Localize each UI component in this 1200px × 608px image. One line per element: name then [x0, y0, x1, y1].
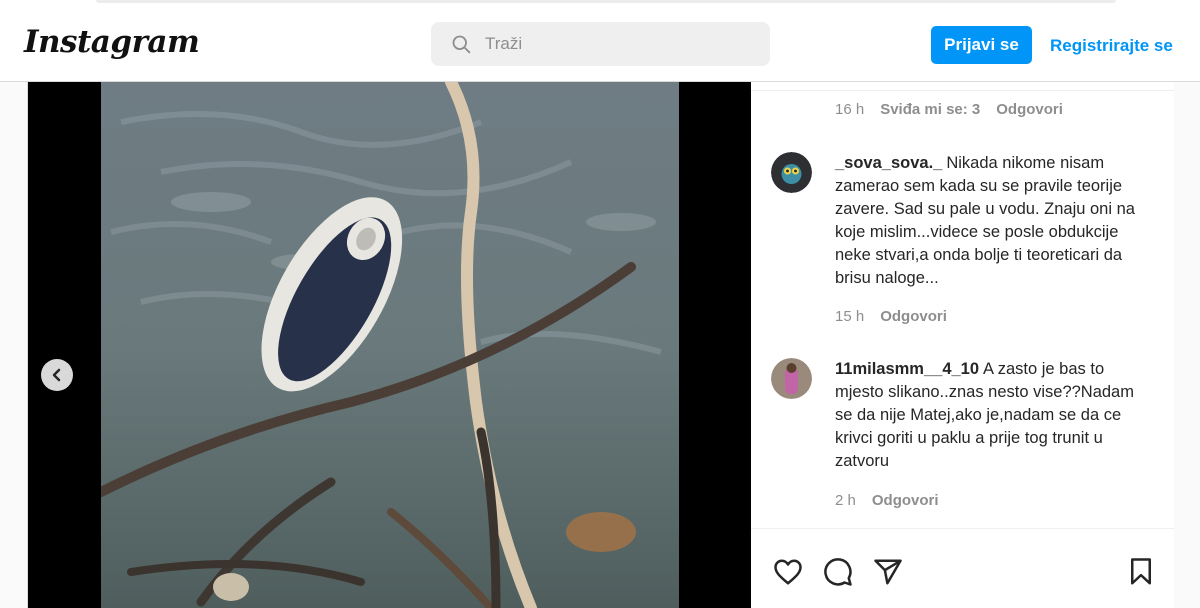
comment-meta: 2 h Odgovori — [835, 492, 939, 509]
post-image — [101, 82, 679, 608]
post-actions-bar — [751, 528, 1174, 608]
share-icon — [874, 559, 902, 585]
comment-icon — [824, 558, 852, 586]
comment-meta: 15 h Odgovori — [835, 308, 947, 325]
login-button[interactable]: Prijavi se — [931, 26, 1032, 64]
avatar[interactable] — [771, 152, 812, 193]
post-media — [28, 82, 751, 608]
comment-likes[interactable]: Sviđa mi se: 3 — [880, 101, 980, 118]
bookmark-icon — [1131, 558, 1151, 585]
previous-image-button[interactable] — [41, 359, 73, 391]
post-container: 16 h Sviđa mi se: 3 Odgovori _sova_sova.… — [27, 82, 1174, 608]
comment-time: 2 h — [835, 492, 856, 509]
heart-icon — [774, 559, 802, 585]
comment-text: _sova_sova._ Nikada nikome nisam zamerao … — [835, 152, 1155, 290]
comment-time: 15 h — [835, 308, 865, 325]
comment-button[interactable] — [823, 557, 853, 587]
avatar[interactable] — [771, 358, 812, 399]
search-icon — [452, 35, 471, 54]
reply-button[interactable]: Odgovori — [872, 492, 939, 509]
chevron-left-icon — [52, 368, 61, 382]
like-button[interactable] — [773, 557, 803, 587]
instagram-logo[interactable]: Instagram — [24, 24, 200, 60]
post-photo — [101, 82, 679, 608]
reply-button[interactable]: Odgovori — [996, 101, 1063, 118]
comment-time: 16 h — [835, 101, 865, 118]
comment-text: 11milasmm__4_10 A zasto je bas to mjesto … — [835, 358, 1155, 473]
comment-meta: 16 h Sviđa mi se: 3 Odgovori — [835, 101, 1063, 118]
comments-panel: 16 h Sviđa mi se: 3 Odgovori _sova_sova.… — [751, 82, 1174, 608]
search-box[interactable] — [431, 22, 770, 66]
save-button[interactable] — [1126, 557, 1156, 587]
comment-body: Nikada nikome nisam zamerao sem kada su … — [835, 154, 1135, 287]
comment-username[interactable]: _sova_sova._ — [835, 154, 942, 172]
top-navigation-bar: Instagram Prijavi se Registrirajte se — [0, 6, 1200, 82]
reply-button[interactable]: Odgovori — [880, 308, 947, 325]
signup-link[interactable]: Registrirajte se — [1050, 36, 1173, 56]
comment-username[interactable]: 11milasmm__4_10 — [835, 360, 979, 378]
search-input[interactable] — [485, 34, 745, 54]
share-button[interactable] — [873, 557, 903, 587]
